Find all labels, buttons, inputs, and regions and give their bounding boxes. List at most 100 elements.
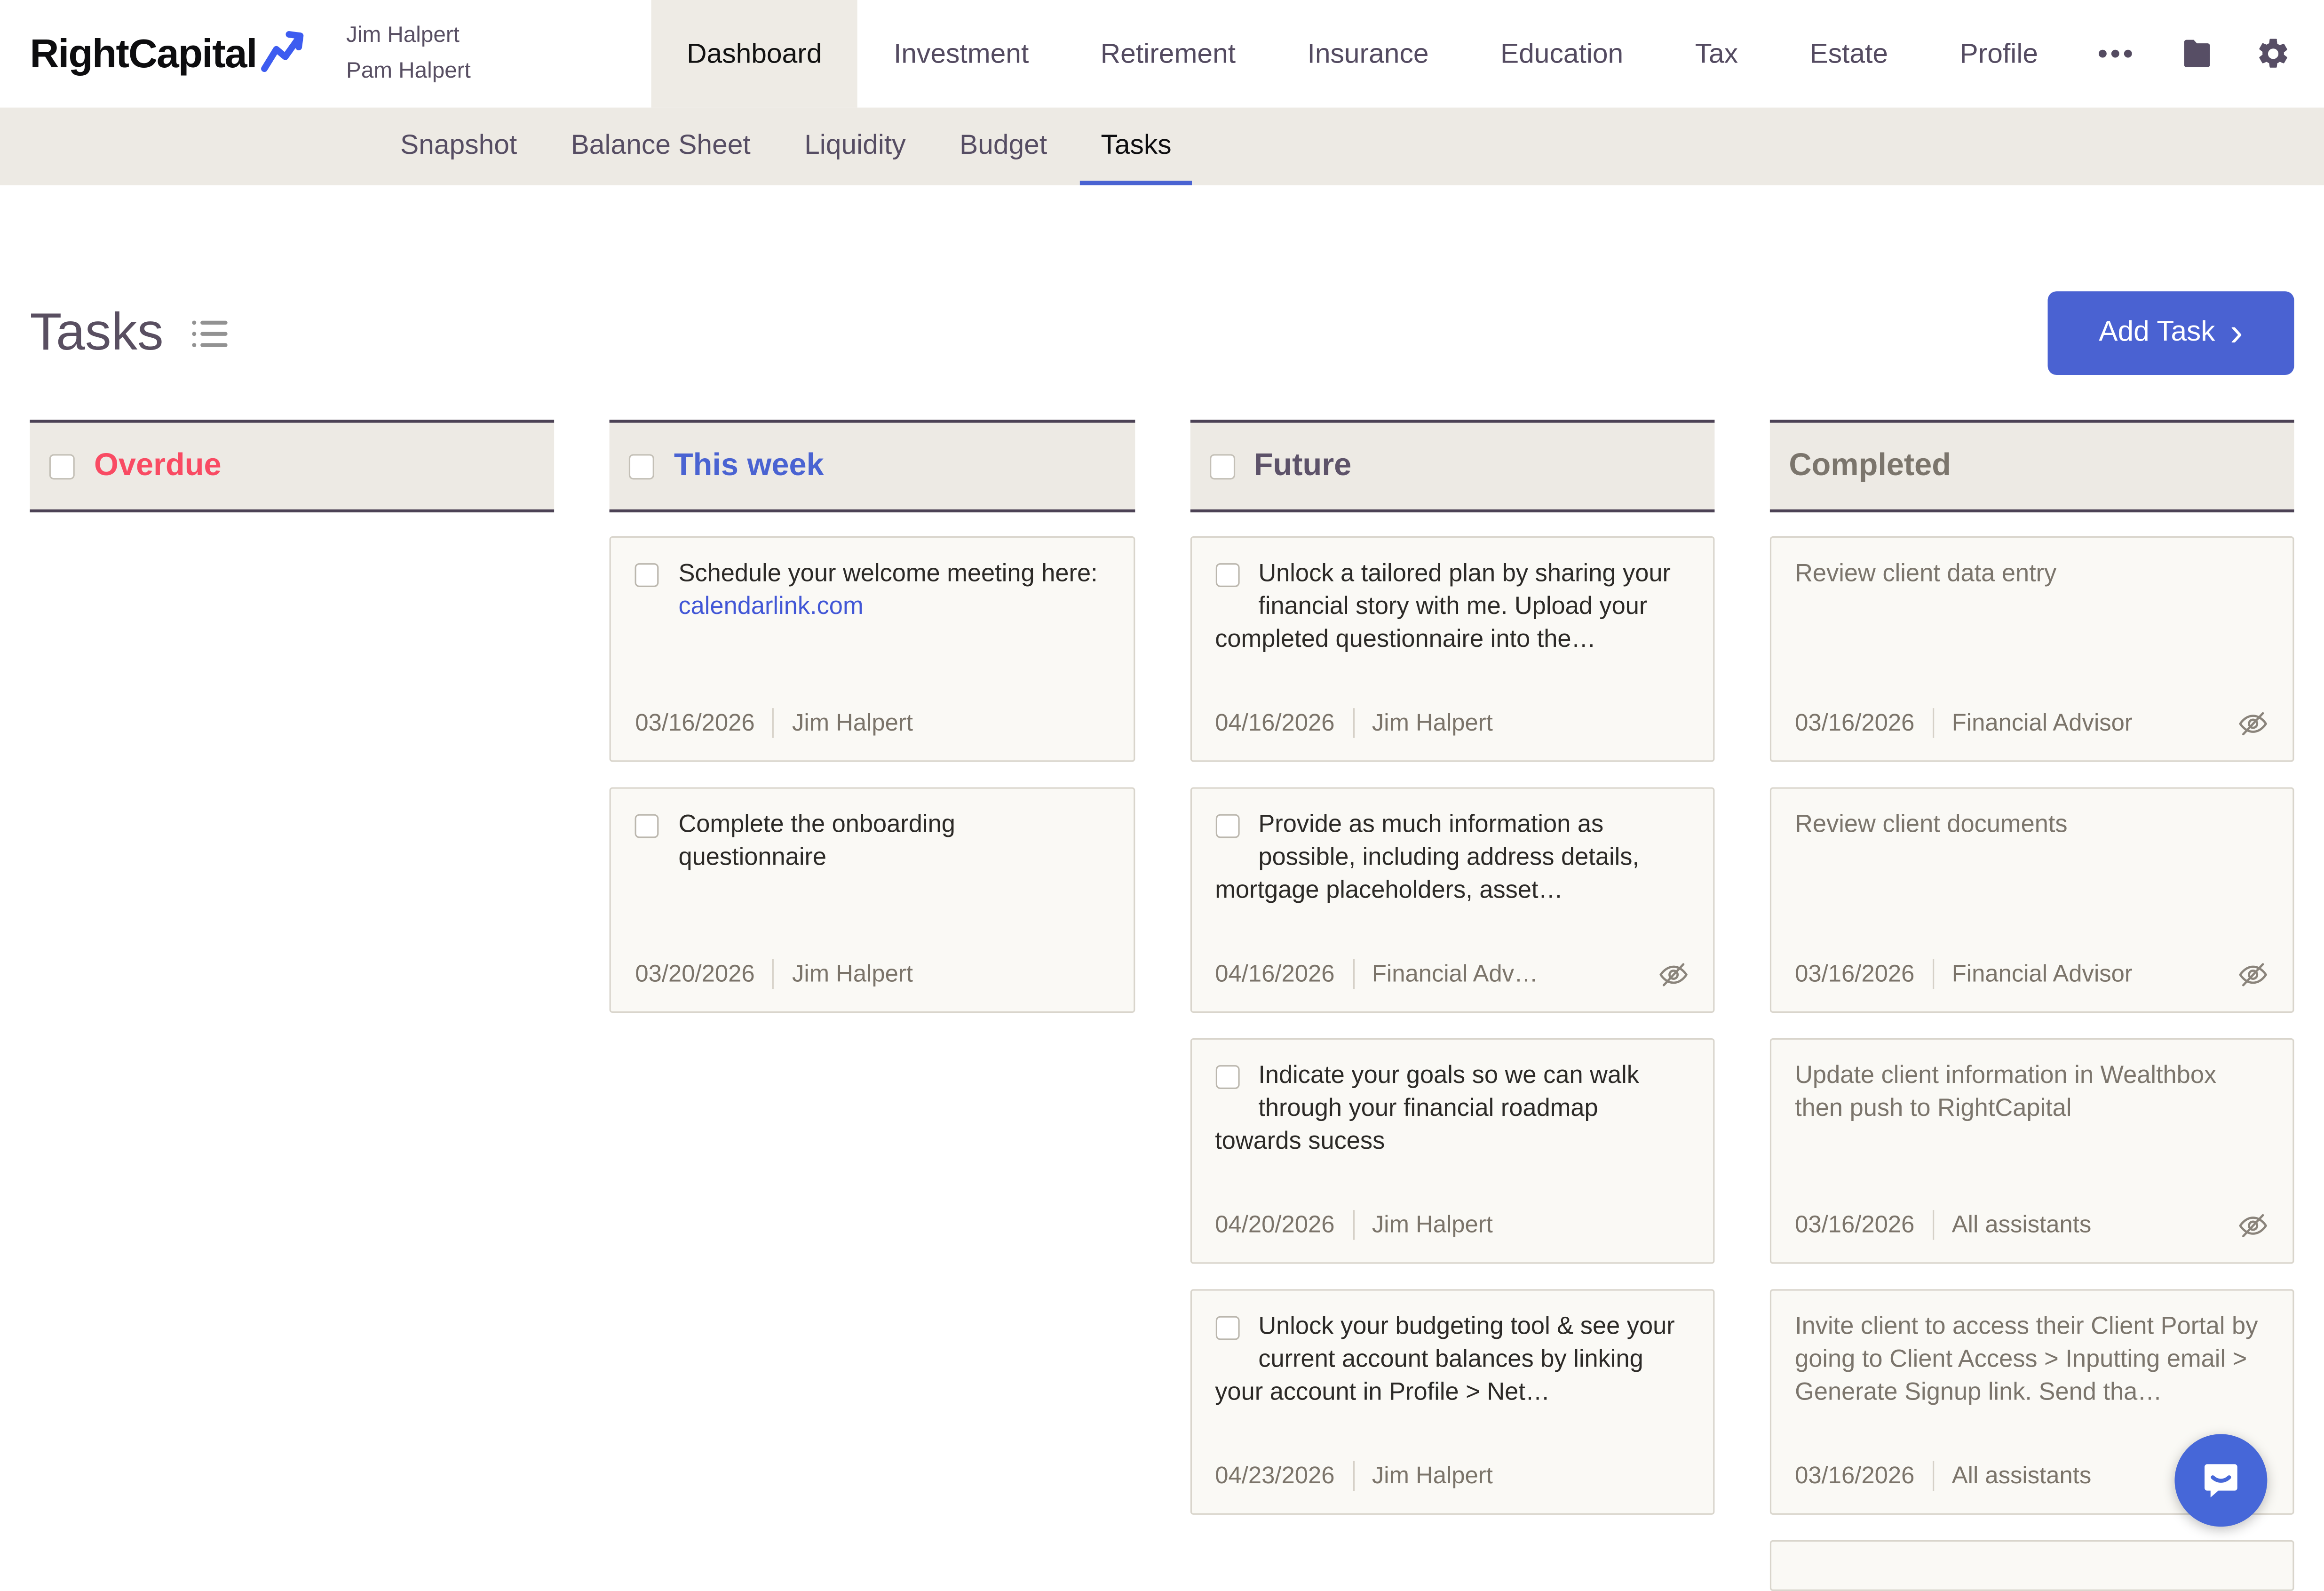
task-card[interactable]: Update client information in Wealthbox t… [1769, 1038, 2294, 1264]
nav-education[interactable]: Education [1465, 0, 1659, 108]
task-due-date: 03/20/2026 [635, 959, 754, 991]
task-assignee: Financial Advisor [1952, 959, 2133, 991]
column-header-overdue: Overdue [30, 420, 555, 512]
column-checkbox[interactable] [629, 453, 655, 479]
task-board: Overdue This week Schedule your welcome … [30, 420, 2294, 1591]
card-list: Schedule your welcome meeting here: cale… [610, 536, 1134, 1013]
logo[interactable]: RightCapital [30, 0, 305, 108]
hidden-eye-icon [2237, 959, 2269, 990]
task-card[interactable]: Indicate your goals so we can walk throu… [1190, 1038, 1714, 1264]
nav-tax[interactable]: Tax [1659, 0, 1774, 108]
task-due-date: 03/16/2026 [635, 708, 754, 740]
client-name-primary: Jim Halpert [346, 18, 471, 54]
task-due-date: 04/20/2026 [1215, 1209, 1334, 1241]
footer-divider [773, 960, 774, 990]
task-checkbox[interactable] [1215, 1316, 1239, 1340]
title-row: Tasks Add Task › [30, 291, 2294, 375]
list-view-icon[interactable] [190, 316, 231, 350]
subnav-budget[interactable]: Budget [939, 108, 1068, 185]
footer-divider [1932, 708, 1934, 739]
hidden-eye-icon [2237, 1210, 2269, 1241]
column-this-week: This week Schedule your welcome meeting … [610, 420, 1134, 1591]
client-name-secondary: Pam Halpert [346, 54, 471, 89]
subnav-balance-sheet[interactable]: Balance Sheet [550, 108, 771, 185]
footer-divider [1353, 708, 1354, 739]
task-due-date: 04/23/2026 [1215, 1461, 1334, 1493]
task-body: Review client data entry [1795, 559, 2268, 592]
column-header-completed: Completed [1769, 420, 2294, 512]
column-future: Future Unlock a tailored plan by sharing… [1190, 420, 1714, 1591]
column-title: Completed [1789, 448, 1951, 484]
subnav-snapshot[interactable]: Snapshot [380, 108, 538, 185]
task-card[interactable] [1769, 1540, 2294, 1591]
task-checkbox[interactable] [1215, 1065, 1239, 1089]
more-menu-icon[interactable]: ••• [2074, 0, 2159, 108]
task-title: Update client information in Wealthbox t… [1795, 1062, 2216, 1122]
task-title: Review client data entry [1795, 560, 2056, 587]
nav-profile[interactable]: Profile [1924, 0, 2074, 108]
task-body: Complete the onboarding questionnaire [635, 810, 1109, 875]
nav-insurance[interactable]: Insurance [1271, 0, 1464, 108]
nav-estate[interactable]: Estate [1774, 0, 1924, 108]
nav-investment[interactable]: Investment [858, 0, 1065, 108]
subnav-liquidity[interactable]: Liquidity [784, 108, 927, 185]
add-task-label: Add Task [2099, 317, 2215, 350]
task-title: Indicate your goals so we can walk throu… [1215, 1062, 1639, 1154]
task-checkbox[interactable] [635, 563, 659, 587]
task-footer: 03/16/2026 Financial Advisor [1795, 947, 2268, 990]
column-checkbox[interactable] [49, 453, 75, 479]
task-due-date: 04/16/2026 [1215, 708, 1334, 740]
task-title: Schedule your welcome meeting here: [678, 560, 1097, 587]
card-list: Unlock a tailored plan by sharing your f… [1190, 536, 1714, 1515]
footer-divider [1932, 960, 1934, 990]
app-root: RightCapital Jim Halpert Pam Halpert Das… [0, 0, 2324, 1577]
task-assignee: Financial Advisor [1952, 708, 2133, 740]
column-checkbox[interactable] [1209, 453, 1235, 479]
column-title: This week [674, 448, 824, 484]
task-assignee: Jim Halpert [792, 708, 913, 740]
task-footer: 04/16/2026 Jim Halpert [1215, 696, 1689, 740]
task-card[interactable]: Unlock a tailored plan by sharing your f… [1190, 536, 1714, 762]
task-assignee: All assistants [1952, 1209, 2092, 1241]
task-title: Unlock your budgeting tool & see your cu… [1215, 1313, 1675, 1405]
column-title: Overdue [94, 448, 222, 484]
task-checkbox[interactable] [1215, 814, 1239, 838]
task-footer: 04/16/2026 Financial Adv… [1215, 947, 1689, 990]
folder-icon[interactable] [2160, 0, 2235, 108]
task-checkbox[interactable] [1215, 563, 1239, 587]
task-title: Unlock a tailored plan by sharing your f… [1215, 560, 1671, 652]
footer-divider [773, 708, 774, 739]
task-due-date: 03/16/2026 [1795, 708, 1914, 740]
chevron-right-icon: › [2230, 311, 2243, 350]
hidden-eye-icon [2237, 708, 2269, 740]
task-card[interactable]: Unlock your budgeting tool & see your cu… [1190, 1289, 1714, 1514]
task-card[interactable]: Review client documents 03/16/2026 Finan… [1769, 787, 2294, 1012]
task-card[interactable]: Schedule your welcome meeting here: cale… [610, 536, 1134, 762]
task-footer: 03/16/2026 Financial Advisor [1795, 696, 2268, 740]
task-footer: 03/16/2026 All assistants [1795, 1198, 2268, 1241]
column-header-this-week: This week [610, 420, 1134, 512]
task-assignee: Jim Halpert [1372, 708, 1493, 740]
settings-gear-icon[interactable] [2234, 0, 2324, 108]
trend-arrow-icon [260, 27, 304, 75]
hidden-eye-icon [1658, 959, 1689, 990]
client-names[interactable]: Jim Halpert Pam Halpert [346, 18, 471, 89]
task-link[interactable]: calendarlink.com [678, 593, 863, 620]
chat-messenger-button[interactable] [2174, 1434, 2267, 1527]
nav-retirement[interactable]: Retirement [1065, 0, 1272, 108]
nav-dashboard[interactable]: Dashboard [651, 0, 858, 108]
task-assignee: Jim Halpert [792, 959, 913, 991]
chat-bubble-icon [2197, 1456, 2245, 1504]
task-card[interactable]: Complete the onboarding questionnaire 03… [610, 787, 1134, 1012]
subnav-tasks[interactable]: Tasks [1080, 108, 1192, 185]
task-due-date: 04/16/2026 [1215, 959, 1334, 991]
footer-divider [1353, 960, 1354, 990]
task-card[interactable]: Review client data entry 03/16/2026 Fina… [1769, 536, 2294, 762]
task-title: Complete the onboarding questionnaire [678, 811, 955, 871]
task-checkbox[interactable] [635, 814, 659, 838]
task-body: Provide as much information as possible,… [1215, 810, 1689, 908]
add-task-button[interactable]: Add Task › [2048, 291, 2294, 375]
task-card[interactable]: Provide as much information as possible,… [1190, 787, 1714, 1012]
task-assignee: Financial Adv… [1372, 959, 1538, 991]
column-completed: Completed Review client data entry 03/16… [1769, 420, 2294, 1591]
